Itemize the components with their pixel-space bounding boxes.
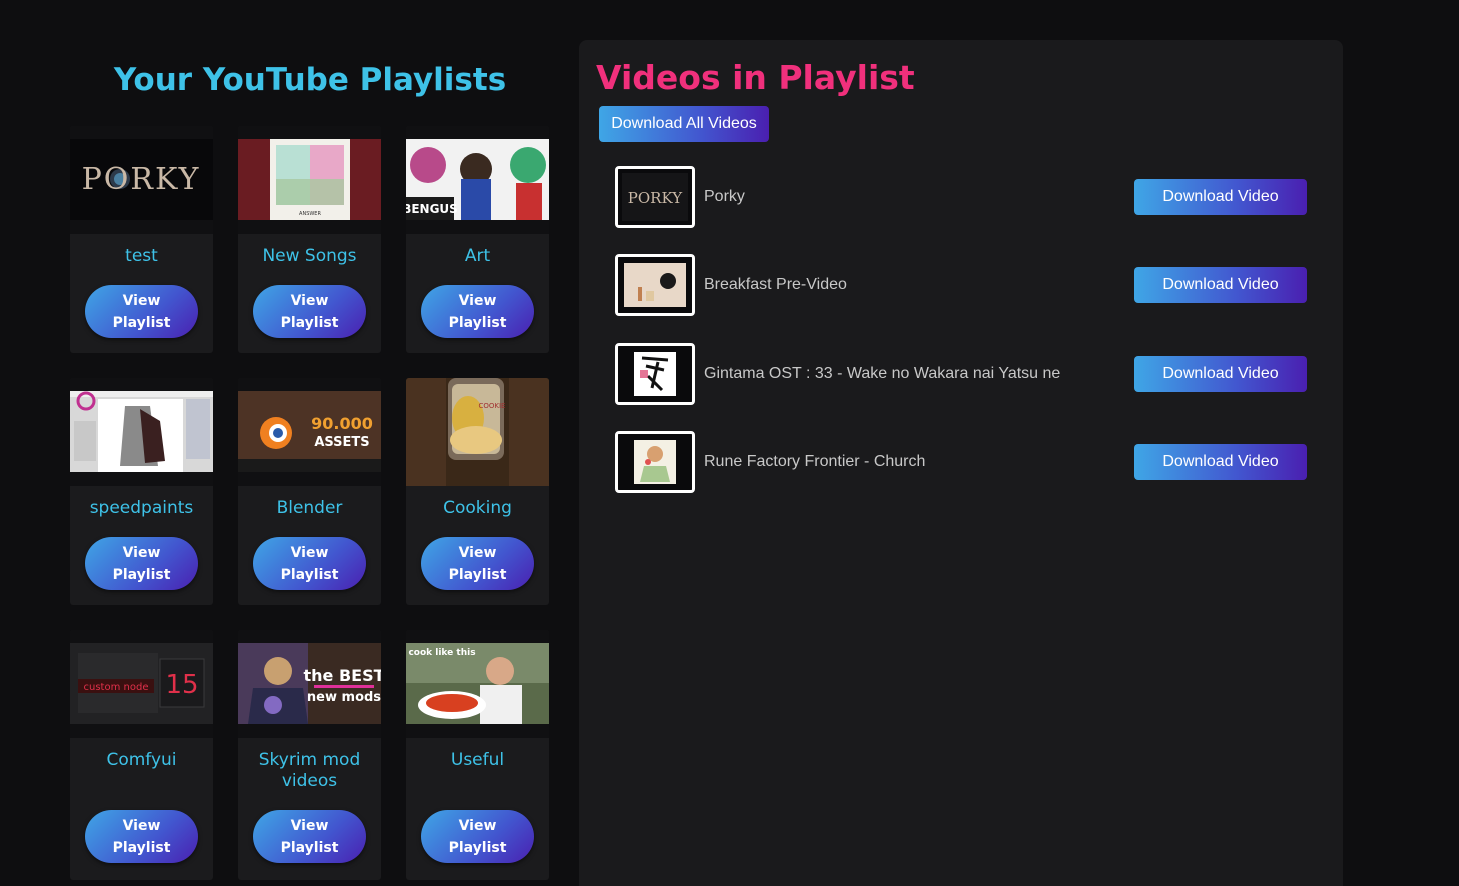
view-playlist-button[interactable]: View Playlist <box>253 537 366 590</box>
playlist-thumbnail[interactable]: COOKIE <box>406 378 549 486</box>
view-playlist-button[interactable]: View Playlist <box>253 810 366 863</box>
video-title: Breakfast Pre-Video <box>704 276 847 293</box>
porky-video-art: PORKY <box>618 169 692 225</box>
thumb-text: BENGUS <box>406 202 458 216</box>
playlists-title: Your YouTube Playlists <box>113 62 507 98</box>
playlist-card: ANSWER New Songs View Playlist <box>238 126 381 353</box>
view-playlist-button[interactable]: View Playlist <box>85 537 198 590</box>
playlist-name: Cooking <box>443 498 512 518</box>
video-row: Rune Factory Frontier - Church Download … <box>615 431 1307 493</box>
view-playlist-button[interactable]: View Playlist <box>421 537 534 590</box>
thumb-text: PORKY <box>82 162 201 197</box>
svg-text:new mods: new mods <box>307 690 381 705</box>
video-thumbnail: PORKY <box>615 166 695 228</box>
videos-panel: Videos in Playlist Download All Videos P… <box>579 40 1343 886</box>
thumb-text: PORKY <box>628 189 683 207</box>
video-thumbnail <box>615 254 695 316</box>
video-row: Breakfast Pre-Video Download Video <box>615 254 1307 316</box>
playlist-thumbnail[interactable] <box>70 378 213 486</box>
video-thumbnail <box>615 343 695 405</box>
download-video-button[interactable]: Download Video <box>1134 444 1307 480</box>
playlist-thumbnail[interactable]: 90.000 ASSETS <box>238 378 381 486</box>
svg-text:cook like this: cook like this <box>408 648 475 658</box>
view-playlist-button[interactable]: View Playlist <box>421 285 534 338</box>
svg-text:the BEST: the BEST <box>303 666 381 685</box>
playlist-card: cook like this Useful View Playlist <box>406 630 549 880</box>
video-title: Rune Factory Frontier - Church <box>704 453 926 470</box>
videos-title: Videos in Playlist <box>596 58 915 97</box>
playlist-thumbnail[interactable]: custom node 15 <box>70 630 213 738</box>
download-video-button[interactable]: Download Video <box>1134 356 1307 392</box>
playlist-name: test <box>125 246 158 266</box>
view-playlist-button[interactable]: View Playlist <box>85 810 198 863</box>
video-row: PORKY Porky Download Video <box>615 166 1307 228</box>
video-thumbnail <box>615 431 695 493</box>
playlist-thumbnail[interactable]: ANSWER <box>238 126 381 234</box>
playlist-card: the BEST new mods Skyrim mod videos View… <box>238 630 381 880</box>
svg-text:custom node: custom node <box>84 682 149 693</box>
rune-factory-video-art <box>618 434 692 490</box>
video-row: Gintama OST : 33 - Wake no Wakara nai Ya… <box>615 343 1307 405</box>
thumb-text: ANSWER <box>299 211 321 217</box>
playlist-card: speedpaints View Playlist <box>70 378 213 605</box>
useful-thumbnail-art: cook like this <box>406 643 549 724</box>
view-playlist-button[interactable]: View Playlist <box>421 810 534 863</box>
video-title: Porky <box>704 188 745 205</box>
svg-text:90.000: 90.000 <box>311 414 373 433</box>
download-all-button[interactable]: Download All Videos <box>599 106 769 142</box>
playlist-name: Art <box>464 246 491 266</box>
playlist-name: New Songs <box>262 246 357 266</box>
playlist-card: PORKY test View Playlist <box>70 126 213 353</box>
playlist-thumbnail[interactable]: cook like this <box>406 630 549 738</box>
breakfast-video-art <box>618 257 692 313</box>
view-playlist-button[interactable]: View Playlist <box>85 285 198 338</box>
playlist-thumbnail[interactable]: BENGUS <box>406 126 549 234</box>
cooking-thumbnail-art: COOKIE <box>406 378 549 486</box>
speedpaint-thumbnail-art <box>70 391 213 472</box>
playlist-thumbnail[interactable]: the BEST new mods <box>238 630 381 738</box>
svg-text:15: 15 <box>165 670 198 700</box>
playlist-card: COOKIE Cooking View Playlist <box>406 378 549 605</box>
gintama-video-art <box>618 346 692 402</box>
skyrim-thumbnail-art: the BEST new mods <box>238 643 381 724</box>
comfyui-thumbnail-art: custom node 15 <box>70 643 213 724</box>
view-playlist-button[interactable]: View Playlist <box>253 285 366 338</box>
svg-text:ASSETS: ASSETS <box>314 435 369 450</box>
download-video-button[interactable]: Download Video <box>1134 267 1307 303</box>
porky-thumbnail-art: PORKY <box>70 139 213 220</box>
art-thumbnail-art: BENGUS <box>406 139 549 220</box>
video-title: Gintama OST : 33 - Wake no Wakara nai Ya… <box>704 365 1061 382</box>
playlist-thumbnail[interactable]: PORKY <box>70 126 213 234</box>
playlist-name: speedpaints <box>89 498 194 518</box>
blender-thumbnail-art: 90.000 ASSETS <box>238 391 381 472</box>
playlist-name: Blender <box>276 498 343 518</box>
download-video-button[interactable]: Download Video <box>1134 179 1307 215</box>
playlist-name: Comfyui <box>106 750 177 770</box>
playlist-card: custom node 15 Comfyui View Playlist <box>70 630 213 880</box>
playlist-name: Skyrim mod videos <box>258 750 361 791</box>
playlist-card: 90.000 ASSETS Blender View Playlist <box>238 378 381 605</box>
svg-text:COOKIE: COOKIE <box>479 402 506 410</box>
playlists-panel: Your YouTube Playlists PORKY test View P… <box>70 0 550 886</box>
playlist-name: Useful <box>450 750 505 770</box>
playlist-card: BENGUS Art View Playlist <box>406 126 549 353</box>
album-cover-art: ANSWER <box>238 139 381 220</box>
